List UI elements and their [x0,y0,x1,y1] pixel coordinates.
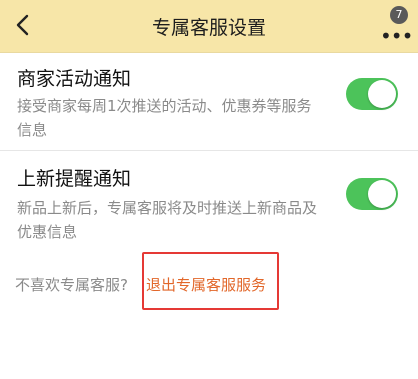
setting-title: 上新提醒通知 [17,168,132,190]
exit-service-link[interactable]: 退出专属客服服务 [146,274,266,295]
merchant-activity-toggle[interactable] [346,78,398,110]
more-dots-icon: ••• [380,24,413,48]
header-bar: 专属客服设置 ••• 7 [0,0,418,53]
toggle-knob [368,80,396,108]
setting-row-new-arrival: 上新提醒通知 新品上新后，专属客服将及时推送上新商品及优惠信息 [0,150,418,251]
setting-description: 新品上新后，专属客服将及时推送上新商品及优惠信息 [17,199,318,241]
setting-row-merchant-activity: 商家活动通知 接受商家每周1次推送的活动、优惠券等服务信息 [0,52,418,151]
notification-badge: 7 [390,6,408,24]
toggle-knob [368,180,396,208]
setting-description: 接受商家每周1次推送的活动、优惠券等服务信息 [17,97,312,139]
footer-section: 不喜欢专属客服? 退出专属客服服务 [0,250,418,379]
more-button[interactable]: ••• 7 [376,6,413,48]
exit-question-label: 不喜欢专属客服? [15,276,128,294]
new-arrival-toggle[interactable] [346,178,398,210]
screen: 专属客服设置 ••• 7 商家活动通知 接受商家每周1次推送的活动、优惠券等服务… [0,0,418,379]
page-title: 专属客服设置 [151,17,266,39]
setting-title: 商家活动通知 [17,68,132,90]
